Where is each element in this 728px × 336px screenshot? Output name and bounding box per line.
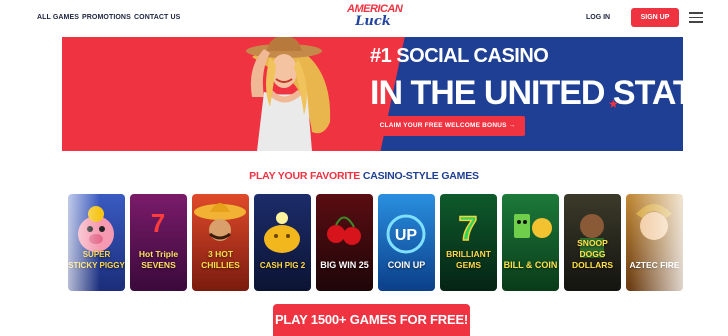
game-tile-title: BILL & COIN <box>503 260 558 270</box>
hero-headline-small: #1 SOCIAL CASINO <box>370 45 549 67</box>
svg-text:7: 7 <box>151 208 165 238</box>
sign-up-button[interactable]: SIGN UP <box>631 8 679 27</box>
games-title-part2: CASINO-STYLE GAMES <box>362 170 479 182</box>
game-tile[interactable]: SNOOP DOGG DOLLARS <box>564 194 621 291</box>
game-tile[interactable]: 7 Hot Triple SEVENS <box>130 194 187 291</box>
game-tile[interactable]: SUPER STICKY PIGGY <box>68 194 125 291</box>
nav-promotions[interactable]: PROMOTIONS <box>82 14 131 21</box>
logo-text-luck: Luck <box>355 14 391 29</box>
hamburger-menu-icon[interactable] <box>689 12 703 23</box>
game-tile-title: BRILLIANT GEMS <box>446 249 491 270</box>
log-in-link[interactable]: LOG IN <box>586 14 610 21</box>
games-section-title: PLAY YOUR FAVORITE CASINO-STYLE GAMES <box>0 170 728 182</box>
play-free-games-button[interactable]: PLAY 1500+ GAMES FOR FREE! <box>273 304 470 336</box>
hero-headline-large: IN THE UNITED STATES <box>370 74 683 112</box>
nav-all-games[interactable]: ALL GAMES <box>37 14 79 21</box>
game-tile-title: AZTEC FIRE <box>629 260 680 270</box>
claim-bonus-button[interactable]: CLAIM YOUR FREE WELCOME BONUS → <box>370 116 525 136</box>
star-icon: ★ <box>608 97 619 111</box>
game-tile-title: BIG WIN 25 <box>320 260 369 270</box>
game-tile-title: SNOOP DOGG DOLLARS <box>571 238 614 270</box>
game-tile[interactable]: 3 HOT CHILLIES <box>192 194 249 291</box>
game-tile-title: Hot Triple SEVENS <box>138 249 179 270</box>
svg-text:UP: UP <box>395 227 418 244</box>
svg-text:7: 7 <box>459 210 478 248</box>
game-tile[interactable]: 7 BRILLIANT GEMS <box>440 194 497 291</box>
game-tile[interactable]: AZTEC FIRE <box>626 194 683 291</box>
cowgirl-illustration <box>246 37 331 151</box>
game-tile-title: SUPER STICKY PIGGY <box>68 250 125 270</box>
hero-banner: #1 SOCIAL CASINO IN THE UNITED STATES ★ … <box>62 37 683 151</box>
game-tile[interactable]: BIG WIN 25 <box>316 194 373 291</box>
game-tile[interactable]: CASH PIG 2 <box>254 194 311 291</box>
nav-contact-us[interactable]: CONTACT US <box>134 14 180 21</box>
games-title-part1: PLAY YOUR FAVORITE <box>249 170 361 182</box>
game-tile[interactable]: BILL & COIN <box>502 194 559 291</box>
game-tile[interactable]: UP COIN UP <box>378 194 435 291</box>
game-tile-title: COIN UP <box>387 260 426 270</box>
top-navigation: ALL GAMES PROMOTIONS CONTACT US AMERICAN… <box>0 0 728 36</box>
game-carousel: SUPER STICKY PIGGY 7 Hot Triple SEVENS 3… <box>68 194 688 292</box>
game-tile-title: CASH PIG 2 <box>259 261 306 270</box>
game-tile-title: 3 HOT CHILLIES <box>201 249 240 270</box>
american-luck-logo[interactable]: AMERICAN Luck <box>347 3 403 33</box>
